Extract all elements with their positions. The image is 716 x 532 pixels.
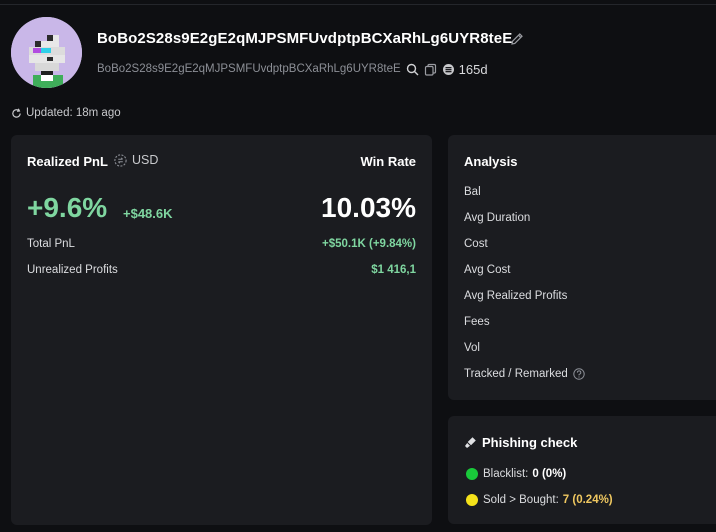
analysis-item-bal: Bal — [464, 186, 481, 198]
winrate-value: 10.03% — [321, 192, 416, 223]
wallet-address: BoBo2S28s9E2gE2qMJPSMFUvdptpBCXaRhLg6UYR… — [97, 63, 401, 75]
search-icon[interactable] — [406, 63, 419, 76]
avatar[interactable] — [11, 17, 82, 88]
token-icon — [442, 63, 454, 75]
analysis-item-label: Avg Duration — [464, 212, 531, 224]
updated-text: Updated: 18m ago — [26, 107, 121, 119]
sold-bought-label: Sold > Bought: — [483, 494, 559, 506]
help-icon[interactable] — [573, 368, 585, 380]
analysis-item-fees: Fees — [464, 316, 490, 328]
analysis-item-label: Cost — [464, 238, 488, 250]
analysis-item-label: Bal — [464, 186, 481, 198]
analysis-item-label: Vol — [464, 342, 480, 354]
top-divider — [0, 4, 716, 5]
swap-icon — [114, 153, 127, 167]
analysis-item-cost: Cost — [464, 238, 488, 250]
analysis-item-avg-duration: Avg Duration — [464, 212, 530, 224]
phishing-title: Phishing check — [464, 435, 577, 450]
green-status-dot — [466, 468, 478, 480]
analysis-card: Analysis Bal Avg Duration Cost Avg Cost … — [448, 135, 716, 400]
analysis-item-avg-realized-profits: Avg Realized Profits — [464, 290, 567, 302]
blacklist-label: Blacklist: — [483, 468, 529, 480]
currency-label: USD — [132, 153, 159, 167]
copy-icon[interactable] — [424, 63, 437, 76]
total-pnl-value: +$50.1K (+9.84%) — [322, 238, 416, 250]
wallet-age: 165d — [458, 61, 488, 77]
realized-pnl-usd: +$48.6K — [123, 206, 173, 221]
blacklist-value: 0 (0%) — [532, 468, 567, 480]
wallet-meta-row: BoBo2S28s9E2gE2qMJPSMFUvdptpBCXaRhLg6UYR… — [97, 61, 488, 77]
total-pnl-label: Total PnL — [27, 238, 75, 250]
sold-bought-row: Sold > Bought: 7 (0.24%) — [466, 494, 613, 506]
realized-pnl-percent: +9.6% — [27, 192, 108, 223]
unrealized-profits-label: Unrealized Profits — [27, 264, 118, 276]
analysis-item-label: Avg Cost — [464, 264, 511, 276]
refresh-icon[interactable] — [11, 107, 22, 119]
edit-icon[interactable] — [510, 32, 524, 46]
pnl-card: Realized PnL USD Win Rate +9.6% +$48.6K … — [11, 135, 432, 525]
analysis-item-tracked-remarked: Tracked / Remarked — [464, 368, 585, 380]
analysis-item-label: Tracked / Remarked — [464, 368, 568, 380]
phishing-card: Phishing check Blacklist: 0 (0%) Sold > … — [448, 416, 716, 524]
analysis-item-label: Avg Realized Profits — [464, 290, 568, 302]
last-updated[interactable]: Updated: 18m ago — [11, 107, 121, 119]
pixel-avatar-image — [11, 17, 82, 88]
wallet-name: BoBo2S28s9E2gE2qMJPSMFUvdptpBCXaRhLg6UYR… — [97, 30, 513, 47]
yellow-status-dot — [466, 494, 478, 506]
hook-icon — [465, 437, 476, 448]
phishing-title-text: Phishing check — [482, 435, 578, 450]
unrealized-profits-value: $1 416,1 — [371, 264, 416, 276]
blacklist-row: Blacklist: 0 (0%) — [466, 468, 566, 480]
winrate-label: Win Rate — [360, 154, 417, 169]
analysis-title: Analysis — [464, 154, 518, 169]
analysis-item-avg-cost: Avg Cost — [464, 264, 510, 276]
pnl-title: Realized PnL — [27, 154, 108, 169]
currency-toggle[interactable]: USD — [114, 153, 158, 167]
analysis-item-label: Fees — [464, 316, 490, 328]
sold-bought-value: 7 (0.24%) — [562, 494, 613, 506]
analysis-item-vol: Vol — [464, 342, 480, 354]
